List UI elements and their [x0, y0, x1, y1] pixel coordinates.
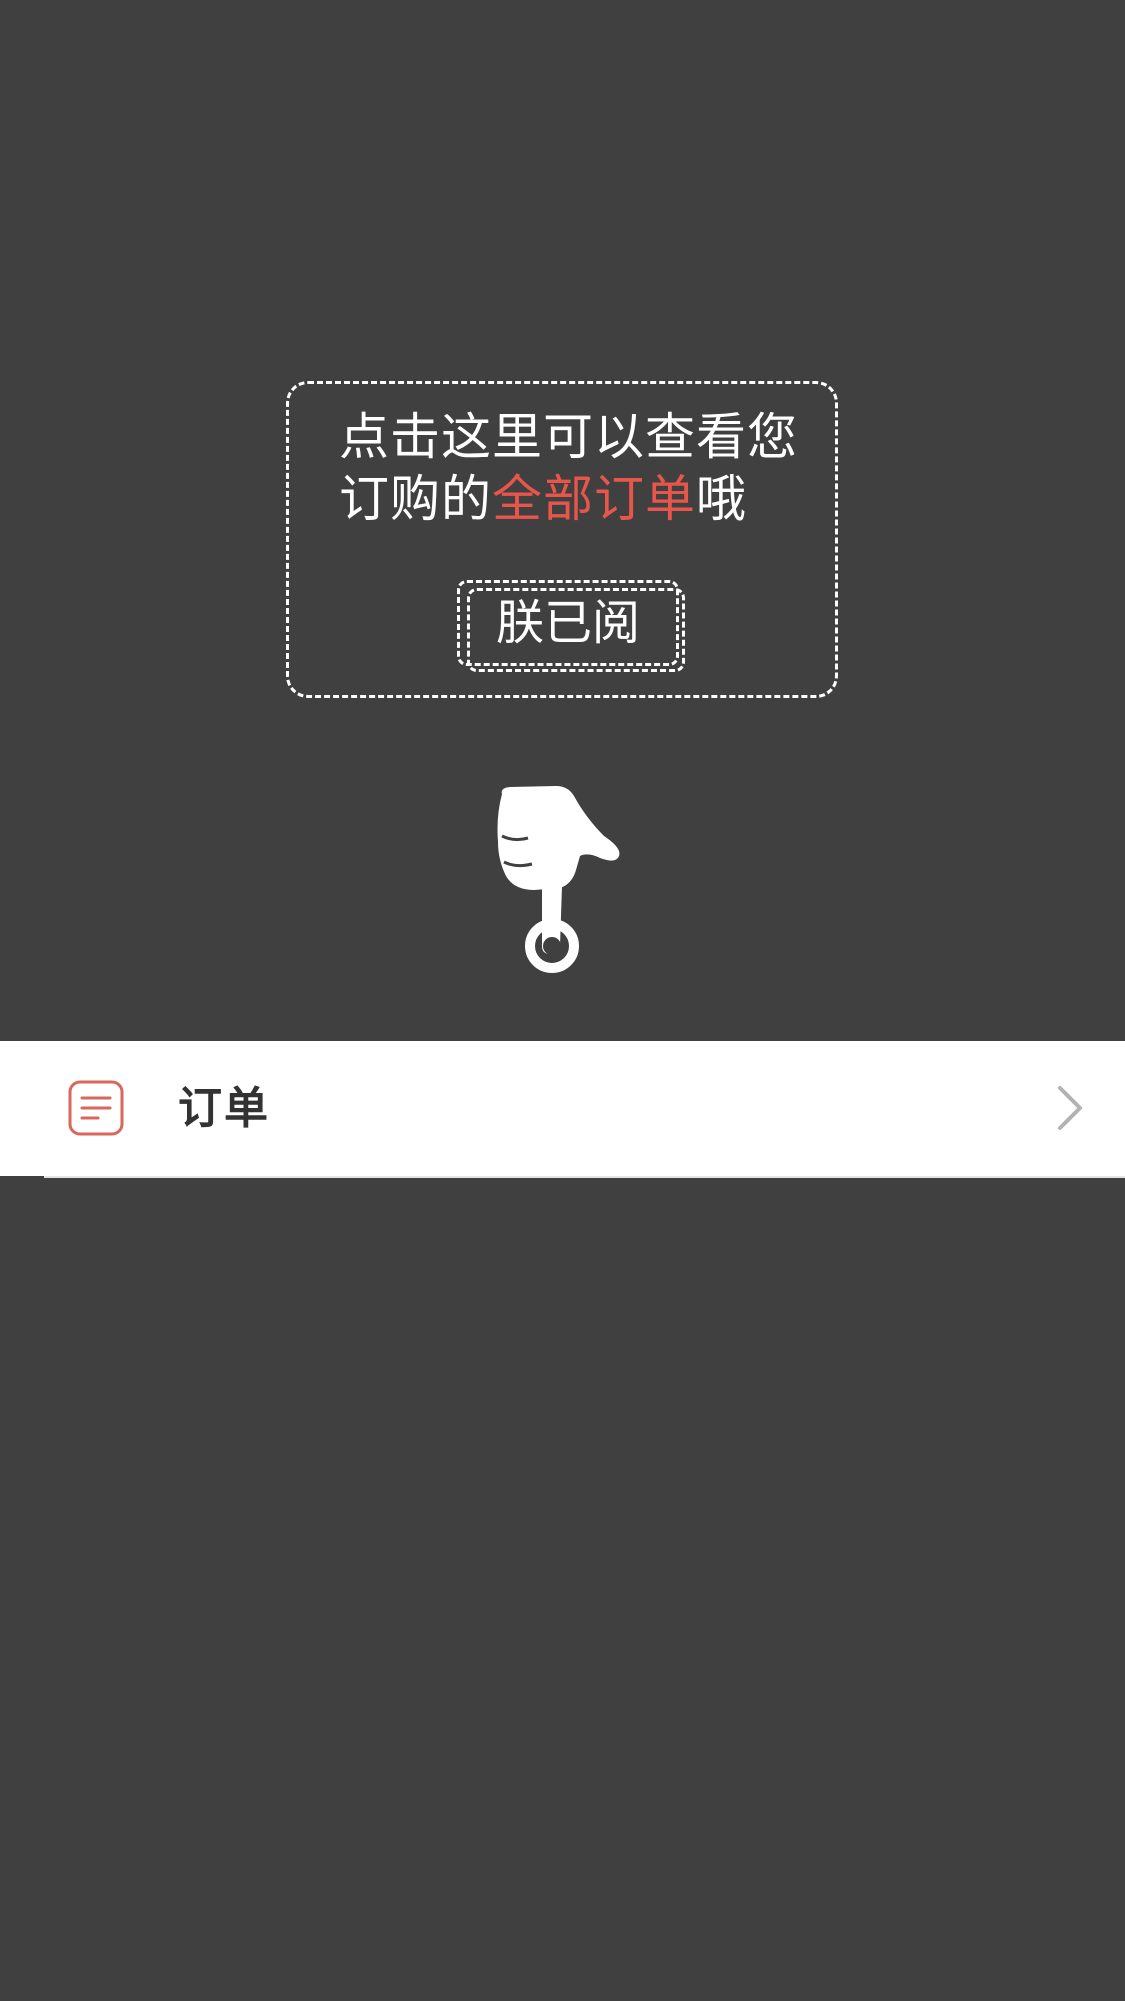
guide-tip-line1: 点击这里可以查看您 — [339, 408, 798, 466]
orders-label: 订单 — [178, 1083, 270, 1134]
guide-tip-box: 点击这里可以查看您 订购的全部订单哦 朕已阅 — [286, 381, 838, 698]
chevron-right-icon — [1058, 1086, 1082, 1130]
order-list-icon — [68, 1080, 124, 1136]
orders-row[interactable]: 订单 — [0, 1041, 1125, 1176]
guide-tip-line2-prefix: 订购的 — [339, 470, 492, 528]
guide-tip-line2-suffix: 哦 — [696, 470, 747, 528]
guide-tip-text: 点击这里可以查看您 订购的全部订单哦 — [339, 406, 819, 530]
guide-tip-highlight: 全部订单 — [492, 470, 696, 528]
row-divider — [44, 1176, 1125, 1178]
acknowledge-button[interactable]: 朕已阅 — [457, 580, 679, 666]
acknowledge-button-wrap: 朕已阅 — [457, 580, 685, 672]
pointing-hand-icon — [497, 786, 620, 973]
